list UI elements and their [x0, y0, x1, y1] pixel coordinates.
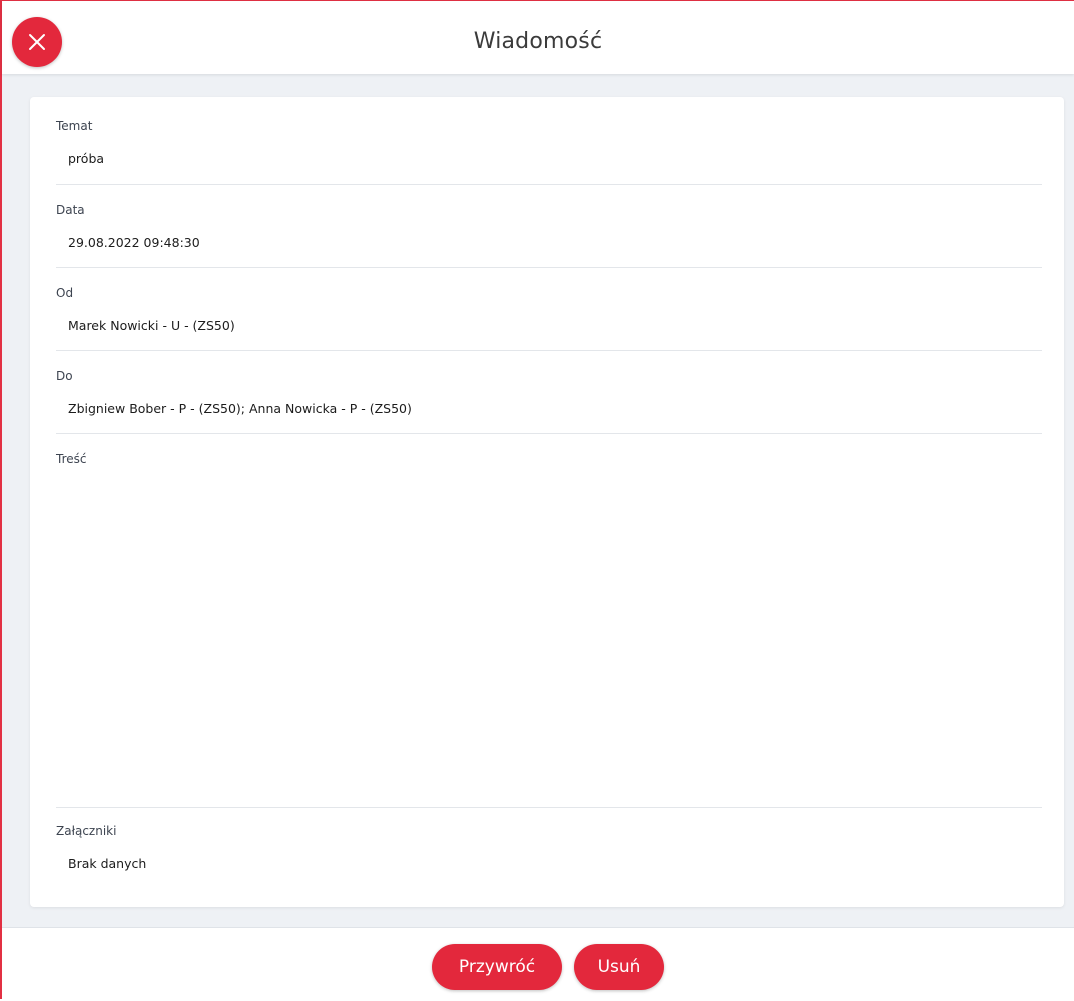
from-value: Marek Nowicki - U - (ZS50) [68, 318, 235, 333]
from-label: Od [56, 286, 74, 300]
to-field: Do Zbigniew Bober - P - (ZS50); Anna Now… [56, 351, 1042, 434]
attachments-value: Brak danych [68, 856, 147, 871]
message-details-card: Temat próba Data 29.08.2022 09:48:30 Od … [30, 97, 1064, 907]
attachments-label: Załączniki [56, 824, 117, 838]
subject-field: Temat próba [56, 97, 1042, 185]
dialog-footer: Przywróć Usuń [2, 927, 1074, 1001]
body-label: Treść [56, 452, 87, 466]
subject-label: Temat [56, 119, 93, 133]
dialog-header: Wiadomość [2, 1, 1074, 74]
message-dialog: Wiadomość Temat próba Data 29.08.2022 09… [0, 0, 1074, 1001]
from-field: Od Marek Nowicki - U - (ZS50) [56, 268, 1042, 351]
to-value: Zbigniew Bober - P - (ZS50); Anna Nowick… [68, 401, 412, 416]
dialog-title: Wiadomość [473, 29, 603, 54]
delete-button[interactable]: Usuń [574, 944, 664, 990]
date-field: Data 29.08.2022 09:48:30 [56, 185, 1042, 268]
body-field: Treść [56, 434, 1042, 808]
attachments-field: Załączniki Brak danych [56, 808, 1042, 907]
date-label: Data [56, 203, 85, 217]
to-label: Do [56, 369, 73, 383]
date-value: 29.08.2022 09:48:30 [68, 235, 200, 250]
subject-value: próba [68, 151, 105, 166]
restore-button[interactable]: Przywróć [432, 944, 562, 990]
